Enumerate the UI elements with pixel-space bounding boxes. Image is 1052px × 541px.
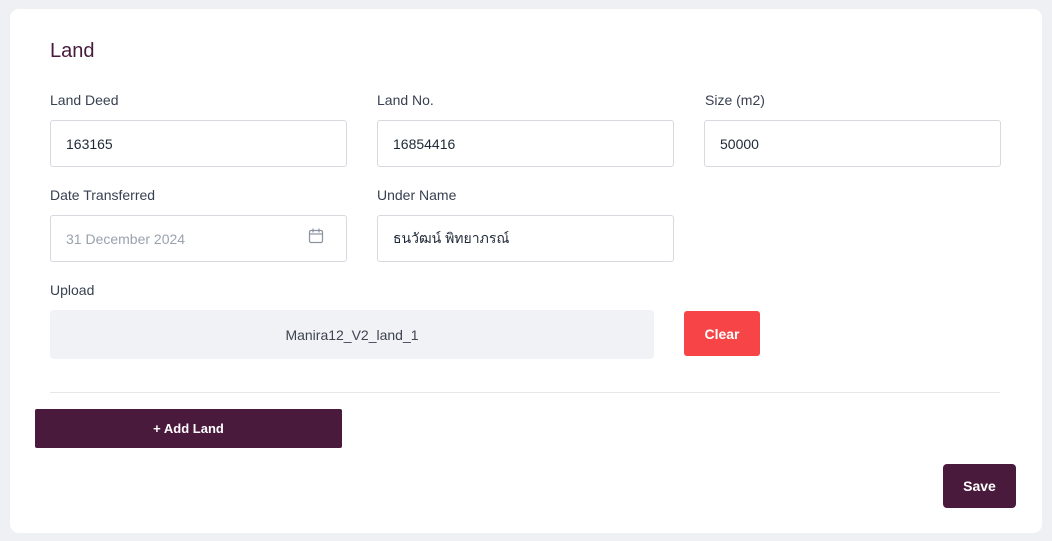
- date-transferred-input[interactable]: [66, 230, 331, 247]
- uploaded-file-name: Manira12_V2_land_1: [285, 326, 419, 343]
- section-title: Land: [50, 40, 95, 62]
- under-name-input[interactable]: [393, 230, 658, 247]
- calendar-icon[interactable]: [308, 228, 324, 244]
- land-deed-input[interactable]: [66, 135, 331, 152]
- size-input[interactable]: [720, 135, 985, 152]
- land-deed-label: Land Deed: [50, 92, 119, 108]
- clear-button[interactable]: Clear: [684, 311, 760, 356]
- upload-label: Upload: [50, 282, 95, 298]
- date-transferred-field[interactable]: [50, 215, 347, 262]
- land-no-input[interactable]: [393, 135, 658, 152]
- size-label: Size (m2): [705, 92, 765, 108]
- land-form-card: Land Land Deed Land No. Size (m2) Date T…: [10, 9, 1042, 533]
- size-field[interactable]: [704, 120, 1001, 167]
- under-name-label: Under Name: [377, 187, 457, 203]
- land-deed-field[interactable]: [50, 120, 347, 167]
- divider: [50, 392, 1000, 393]
- land-no-label: Land No.: [377, 92, 434, 108]
- under-name-field[interactable]: [377, 215, 674, 262]
- upload-dropzone[interactable]: Manira12_V2_land_1: [50, 310, 654, 359]
- land-no-field[interactable]: [377, 120, 674, 167]
- save-button[interactable]: Save: [943, 464, 1016, 508]
- add-land-button[interactable]: + Add Land: [35, 409, 342, 448]
- date-transferred-label: Date Transferred: [50, 187, 156, 203]
